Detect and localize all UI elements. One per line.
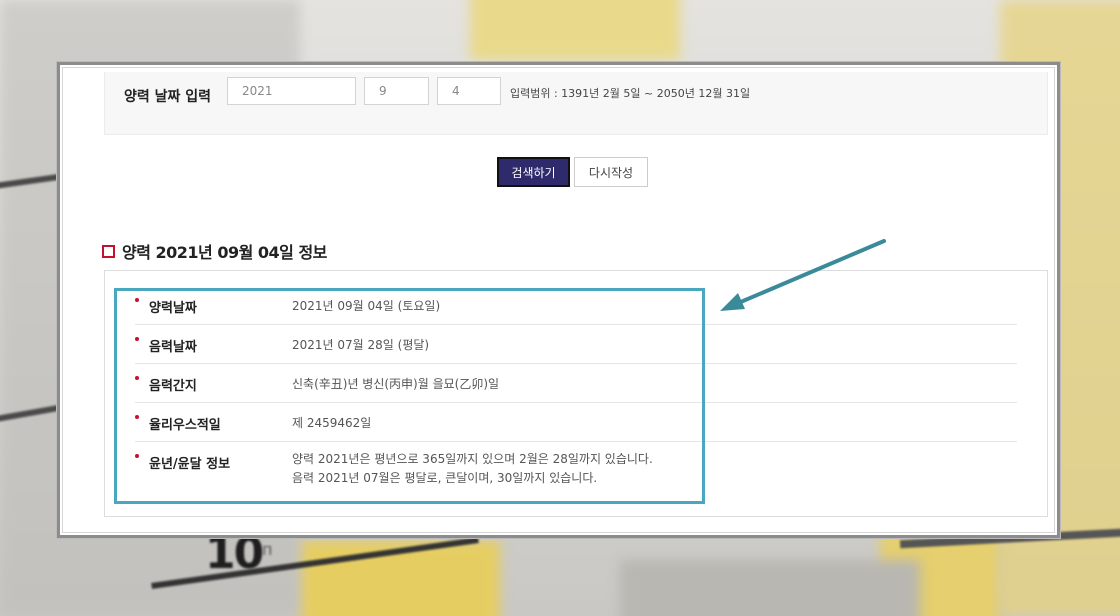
bullet-dot-icon [135, 337, 139, 341]
bullet-dot-icon [135, 298, 139, 302]
bullet-dot-icon [135, 376, 139, 380]
info-key: 음력간지 [149, 379, 197, 394]
info-key: 음력날짜 [149, 340, 197, 355]
reset-button[interactable]: 다시작성 [574, 157, 648, 187]
day-input[interactable]: 4 [437, 77, 501, 105]
info-key: 윤년/윤달 정보 [149, 457, 231, 472]
search-button[interactable]: 검색하기 [497, 157, 570, 187]
section-title-text: 양력 2021년 09월 04일 정보 [122, 243, 327, 262]
bullet-dot-icon [135, 454, 139, 458]
info-row-lunar-date: 음력날짜 2021년 07월 28일 (평달) [135, 324, 1017, 364]
info-row-leap-info: 윤년/윤달 정보 양력 2021년은 평년으로 365일까지 있으며 2월은 2… [135, 441, 1017, 499]
info-row-ganji: 음력간지 신축(辛丑)년 병신(丙申)월 을묘(乙卯)일 [135, 363, 1017, 403]
pointer-arrow-icon [720, 239, 886, 311]
calendar-mark: п [262, 540, 273, 559]
info-value: 2021년 09월 04일 (토요일) [292, 299, 441, 313]
month-input[interactable]: 9 [364, 77, 429, 105]
info-key: 율리우스적일 [149, 418, 221, 433]
square-bullet-icon [102, 244, 115, 258]
lunar-converter-panel: 양력 날짜 입력 2021 9 4 입력범위 : 1391년 2월 5일 ~ 2… [57, 62, 1060, 538]
date-input-area: 양력 날짜 입력 2021 9 4 입력범위 : 1391년 2월 5일 ~ 2… [104, 72, 1048, 135]
info-value: 신축(辛丑)년 병신(丙申)월 을묘(乙卯)일 [292, 377, 500, 391]
section-title: 양력 2021년 09월 04일 정보 [102, 239, 327, 263]
info-value-line: 양력 2021년은 평년으로 365일까지 있으며 2월은 28일까지 있습니다… [292, 452, 653, 466]
info-value: 제 2459462일 [292, 416, 372, 430]
info-value: 2021년 07월 28일 (평달) [292, 338, 430, 352]
input-range-note: 입력범위 : 1391년 2월 5일 ~ 2050년 12월 31일 [510, 87, 751, 100]
info-value: 양력 2021년은 평년으로 365일까지 있으며 2월은 28일까지 있습니다… [292, 450, 653, 488]
info-row-julian-day: 율리우스적일 제 2459462일 [135, 402, 1017, 442]
date-input-label: 양력 날짜 입력 [124, 89, 212, 105]
date-info-box: 양력날짜 2021년 09월 04일 (토요일) 음력날짜 2021년 07월 … [104, 270, 1048, 517]
bullet-dot-icon [135, 415, 139, 419]
info-value-line: 음력 2021년 07월은 평달로, 큰달이며, 30일까지 있습니다. [292, 471, 598, 485]
info-key: 양력날짜 [149, 301, 197, 316]
year-input[interactable]: 2021 [227, 77, 356, 105]
